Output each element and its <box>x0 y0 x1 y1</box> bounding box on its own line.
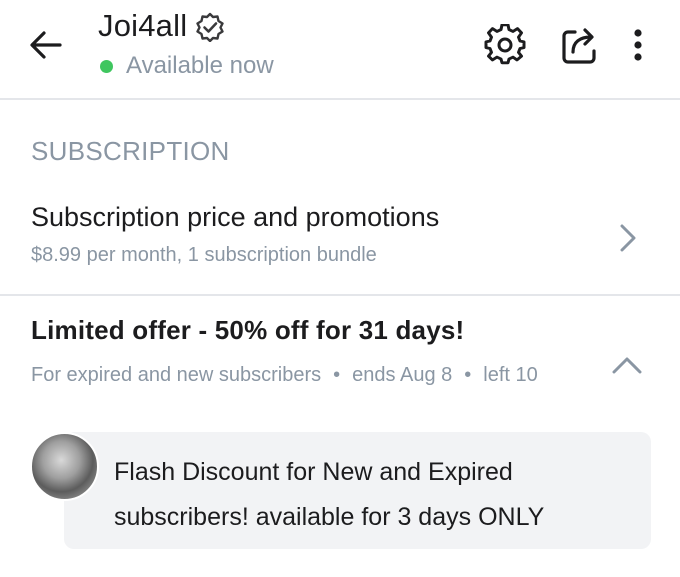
back-arrow-icon[interactable] <box>28 27 64 63</box>
gear-icon[interactable] <box>484 24 526 66</box>
offer-meta: For expired and new subscribers • ends Aug… <box>31 360 601 390</box>
offer-message-bubble: Flash Discount for New and Expired subsc… <box>64 432 651 549</box>
subscription-price-row[interactable]: Subscription price and promotions $8.99 … <box>0 192 680 294</box>
offer-audience: For expired and new subscribers <box>31 364 322 386</box>
profile-title-block: Joi4all Available now <box>98 8 274 80</box>
offer-message-text: Flash Discount for New and Expired subsc… <box>114 458 545 531</box>
profile-name: Joi4all <box>98 8 188 43</box>
divider <box>0 294 680 296</box>
offer-end-date: ends Aug 8 <box>352 364 453 386</box>
online-status-dot <box>100 59 113 73</box>
offer-title: Limited offer - 50% off for 31 days! <box>31 315 465 345</box>
chevron-up-icon[interactable] <box>610 352 644 378</box>
offer-remaining: left 10 <box>483 364 538 386</box>
avatar[interactable] <box>30 432 99 501</box>
meta-separator: • <box>464 364 472 386</box>
share-icon[interactable] <box>558 24 600 66</box>
profile-header: Joi4all Available now <box>0 0 680 100</box>
chevron-right-icon <box>620 224 636 252</box>
verified-badge-icon <box>196 12 224 42</box>
subscription-row-title: Subscription price and promotions <box>31 202 440 232</box>
more-vertical-icon[interactable] <box>620 24 656 66</box>
section-title-subscription: SUBSCRIPTION <box>31 136 230 166</box>
subscription-row-detail: $8.99 per month, 1 subscription bundle <box>31 244 377 266</box>
meta-separator: • <box>333 364 341 386</box>
status-text: Available now <box>126 52 274 79</box>
